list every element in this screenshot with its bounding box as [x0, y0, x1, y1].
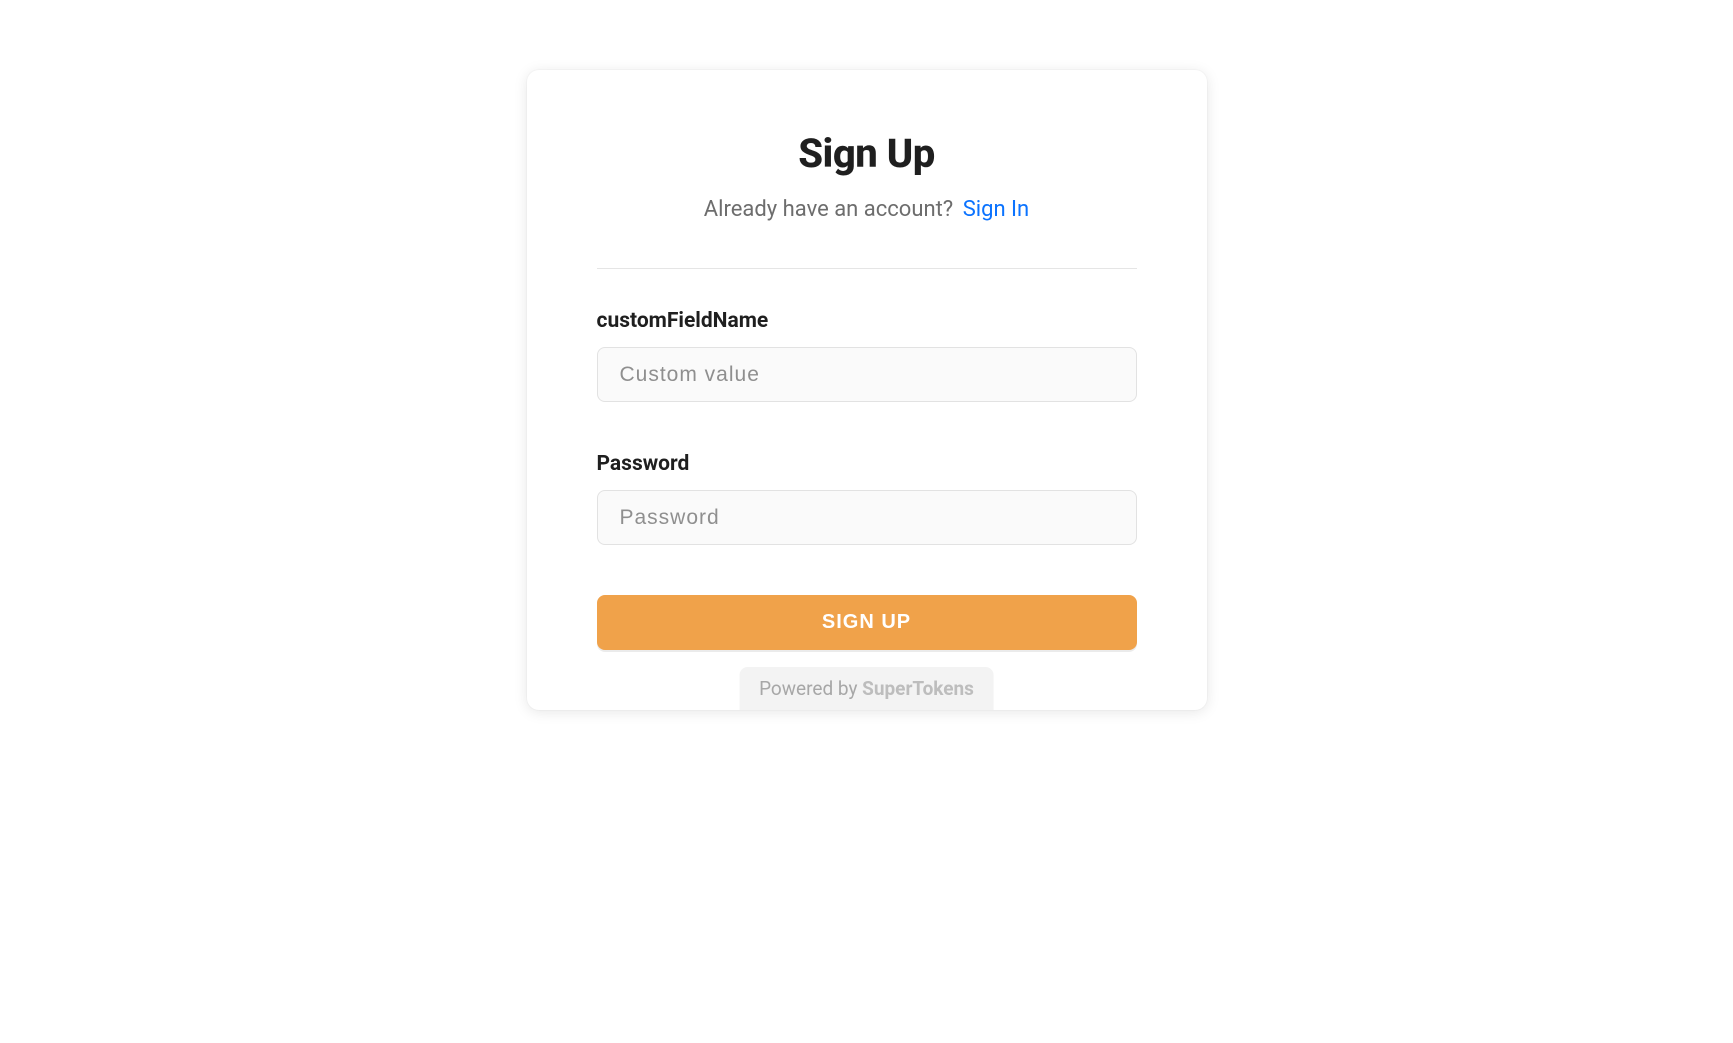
password-field: Password [597, 452, 1137, 545]
sign-up-button[interactable]: SIGN UP [597, 595, 1137, 650]
custom-field-label: customFieldName [597, 309, 1137, 333]
password-field-input[interactable] [597, 490, 1137, 545]
header-divider [597, 268, 1137, 269]
sign-in-link[interactable]: Sign In [963, 197, 1030, 222]
brand-chip: Powered by SuperTokens [739, 667, 994, 710]
signin-redirect-row: Already have an account? Sign In [597, 197, 1137, 222]
brand-name: SuperTokens [862, 677, 974, 700]
card-inner: Sign Up Already have an account? Sign In… [527, 130, 1207, 650]
custom-field: customFieldName [597, 309, 1137, 402]
signin-redirect-text: Already have an account? [704, 197, 953, 222]
brand-prefix: Powered by [759, 677, 862, 700]
signup-card: Sign Up Already have an account? Sign In… [527, 70, 1207, 710]
password-field-label: Password [597, 452, 1137, 476]
custom-field-input[interactable] [597, 347, 1137, 402]
page-title: Sign Up [597, 130, 1137, 177]
